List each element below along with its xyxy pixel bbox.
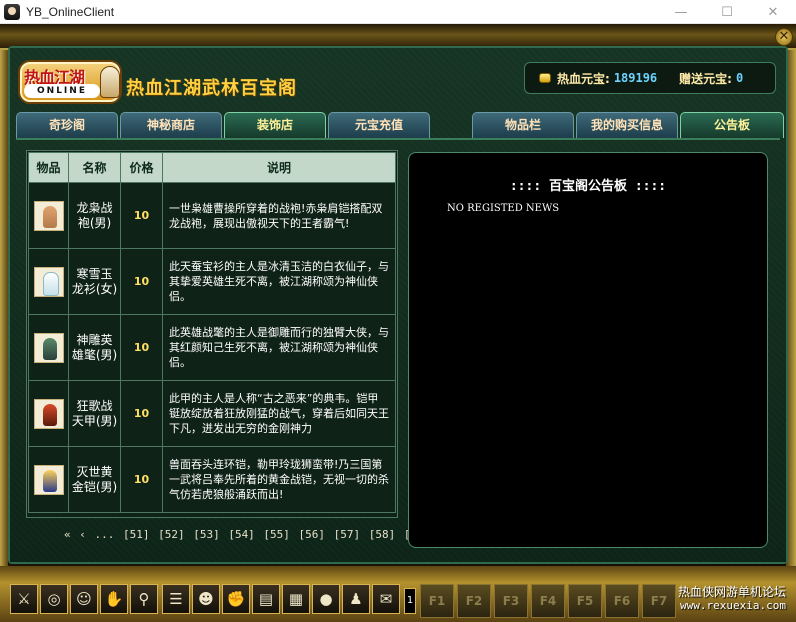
bulletin-news: NO REGISTED NEWS: [447, 203, 560, 214]
item-price: 10: [120, 446, 163, 513]
watermark-title: 热血侠网游单机论坛: [677, 585, 786, 599]
close-button[interactable]: ✕: [750, 0, 796, 24]
map-icon[interactable]: ▦: [282, 584, 310, 614]
tab-purchase-history[interactable]: 我的购买信息: [576, 112, 678, 138]
tab-mystery-shop[interactable]: 神秘商店: [120, 112, 222, 138]
tab-recharge[interactable]: 元宝充值: [328, 112, 430, 138]
skill-group-menu: ☰ ☻ ✊ ▤ ▦ ● ♟ ✉: [162, 584, 402, 614]
window-titlebar: YB_OnlineClient — ☐ ✕: [0, 0, 796, 24]
f6-slot[interactable]: F6: [605, 584, 639, 618]
tab-bulletin[interactable]: 公告板: [680, 112, 784, 138]
table-row[interactable]: 灭世黄金铠(男) 10 兽面吞头连环铠，勒甲玲珑狮蛮带!乃三国第一武将吕奉先所着…: [28, 446, 396, 513]
hotbar-page-number[interactable]: 1: [404, 588, 416, 614]
gift-yuanbao-value: 0: [735, 71, 744, 85]
table-row[interactable]: 寒雪玉龙衫(女) 10 此天蚕宝衫的主人是冰清玉洁的白衣仙子，与其挚爱英雄生死不…: [28, 248, 396, 315]
info-tabs: 物品栏 我的购买信息 公告板: [472, 112, 786, 138]
table-row[interactable]: 龙枭战袍(男) 10 一世枭雄曹操所穿着的战袍!赤枭肩铠搭配双龙战袍，展现出傲视…: [28, 182, 396, 249]
f7-slot[interactable]: F7: [642, 584, 676, 618]
item-price: 10: [120, 248, 163, 315]
bulletin-board: :::: 百宝阁公告板 :::: NO REGISTED NEWS: [408, 152, 768, 548]
npc-icon[interactable]: ♟: [342, 584, 370, 614]
bomb-icon[interactable]: ●: [312, 584, 340, 614]
dragon-icon: [100, 66, 120, 98]
shop-close-button[interactable]: ✕: [775, 28, 793, 46]
item-name: 神雕英雄氅(男): [68, 314, 121, 381]
left-frame: [0, 50, 8, 570]
magnifier-icon[interactable]: ⚲: [130, 584, 158, 614]
watermark-url: www.rexuexia.com: [680, 599, 786, 612]
header-name: 名称: [68, 152, 121, 183]
letter-icon[interactable]: ✉: [372, 584, 400, 614]
shop-tabs: 奇珍阁 神秘商店 装饰店 元宝充值: [16, 112, 432, 138]
item-price: 10: [120, 314, 163, 381]
table-header-row: 物品 名称 价格 说明: [28, 152, 396, 183]
book-icon[interactable]: ▤: [252, 584, 280, 614]
red-armor-icon[interactable]: [33, 398, 64, 429]
maximize-button[interactable]: ☐: [704, 0, 750, 24]
item-name: 狂歌战天甲(男): [68, 380, 121, 447]
pagination[interactable]: « ‹ ... [51] [52] [53] [54] [55] [56] [5…: [64, 528, 430, 541]
window-controls: — ☐ ✕: [658, 0, 796, 24]
items-table: 物品 名称 价格 说明 龙枭战袍(男) 10 一世枭雄曹操所穿着的战袍!赤枭肩铠…: [28, 152, 396, 513]
gold-armor-icon[interactable]: [33, 464, 64, 495]
tab-inventory[interactable]: 物品栏: [472, 112, 574, 138]
table-row[interactable]: 狂歌战天甲(男) 10 此甲的主人是人称“古之恶来”的典韦。铠甲铤放绽放着狂放刚…: [28, 380, 396, 447]
skill-group-combat: ⚔ ◎ ☺ ✋ ⚲: [10, 584, 160, 614]
app-icon: [4, 3, 20, 20]
header-item: 物品: [28, 152, 69, 183]
item-description: 此甲的主人是人称“古之恶来”的典韦。铠甲铤放绽放着狂放刚猛的战气，穿着后如同天王…: [162, 380, 396, 447]
scroll-icon[interactable]: ☰: [162, 584, 190, 614]
yuanbao-value: 189196: [613, 71, 658, 85]
f2-slot[interactable]: F2: [457, 584, 491, 618]
header-description: 说明: [162, 152, 396, 183]
items-table-box: 物品 名称 价格 说明 龙枭战袍(男) 10 一世枭雄曹操所穿着的战袍!赤枭肩铠…: [26, 150, 398, 518]
coin-icon: [539, 73, 551, 83]
tab-rare-items[interactable]: 奇珍阁: [16, 112, 118, 138]
shop-panel-body: 热血江湖 ONLINE 热血江湖武林百宝阁 热血元宝: 189196 赠送元宝:…: [10, 48, 786, 562]
item-description: 兽面吞头连环铠，勒甲玲珑狮蛮带!乃三国第一武将吕奉先所着的黄金战铠，无视一切的杀…: [162, 446, 396, 513]
logo-subtitle: ONLINE: [24, 84, 100, 98]
f5-slot[interactable]: F5: [568, 584, 602, 618]
shop-panel: 热血江湖 ONLINE 热血江湖武林百宝阁 热血元宝: 189196 赠送元宝:…: [8, 46, 788, 564]
yuanbao-label: 热血元宝:: [557, 71, 610, 86]
header-price: 价格: [120, 152, 163, 183]
item-name: 寒雪玉龙衫(女): [68, 248, 121, 315]
f4-slot[interactable]: F4: [531, 584, 565, 618]
item-description: 此天蚕宝衫的主人是冰清玉洁的白衣仙子，与其挚爱英雄生死不离，被江湖称颂为神仙侠侣…: [162, 248, 396, 315]
hero-armor-icon[interactable]: [33, 332, 64, 363]
f3-slot[interactable]: F3: [494, 584, 528, 618]
item-name: 灭世黄金铠(男): [68, 446, 121, 513]
item-price: 10: [120, 182, 163, 249]
tab-decoration-shop[interactable]: 装饰店: [224, 112, 326, 138]
game-logo: 热血江湖 ONLINE: [20, 62, 122, 104]
balance-box: 热血元宝: 189196 赠送元宝: 0: [524, 62, 776, 94]
white-robe-icon[interactable]: [33, 266, 64, 297]
item-description: 此英雄战氅的主人是御雕而行的独臂大侠，与其红颜知己生死不离，被江湖称颂为神仙侠侣…: [162, 314, 396, 381]
item-description: 一世枭雄曹操所穿着的战袍!赤枭肩铠搭配双龙战袍，展现出傲视天下的王者霸气!: [162, 182, 396, 249]
robe-icon[interactable]: [33, 200, 64, 231]
crossed-swords-icon[interactable]: ⚔: [10, 584, 38, 614]
bulletin-title: :::: 百宝阁公告板 ::::: [509, 179, 667, 194]
f1-slot[interactable]: F1: [420, 584, 454, 618]
window-title: YB_OnlineClient: [26, 4, 115, 19]
tab-divider: [16, 138, 780, 140]
character-icon[interactable]: ☺: [70, 584, 98, 614]
fist-icon[interactable]: ✊: [222, 584, 250, 614]
hand-icon[interactable]: ✋: [100, 584, 128, 614]
item-name: 龙枭战袍(男): [68, 182, 121, 249]
shop-title: 热血江湖武林百宝阁: [126, 78, 297, 99]
item-price: 10: [120, 380, 163, 447]
function-key-bar: 1 F1 F2 F3 F4 F5 F6 F7: [404, 584, 679, 618]
swirl-icon[interactable]: ◎: [40, 584, 68, 614]
watermark: 热血侠网游单机论坛 www.rexuexia.com: [678, 585, 786, 613]
minimize-button[interactable]: —: [658, 0, 704, 24]
warrior-icon[interactable]: ☻: [192, 584, 220, 614]
table-row[interactable]: 神雕英雄氅(男) 10 此英雄战氅的主人是御雕而行的独臂大侠，与其红颜知己生死不…: [28, 314, 396, 381]
gift-yuanbao-label: 赠送元宝:: [679, 71, 732, 86]
